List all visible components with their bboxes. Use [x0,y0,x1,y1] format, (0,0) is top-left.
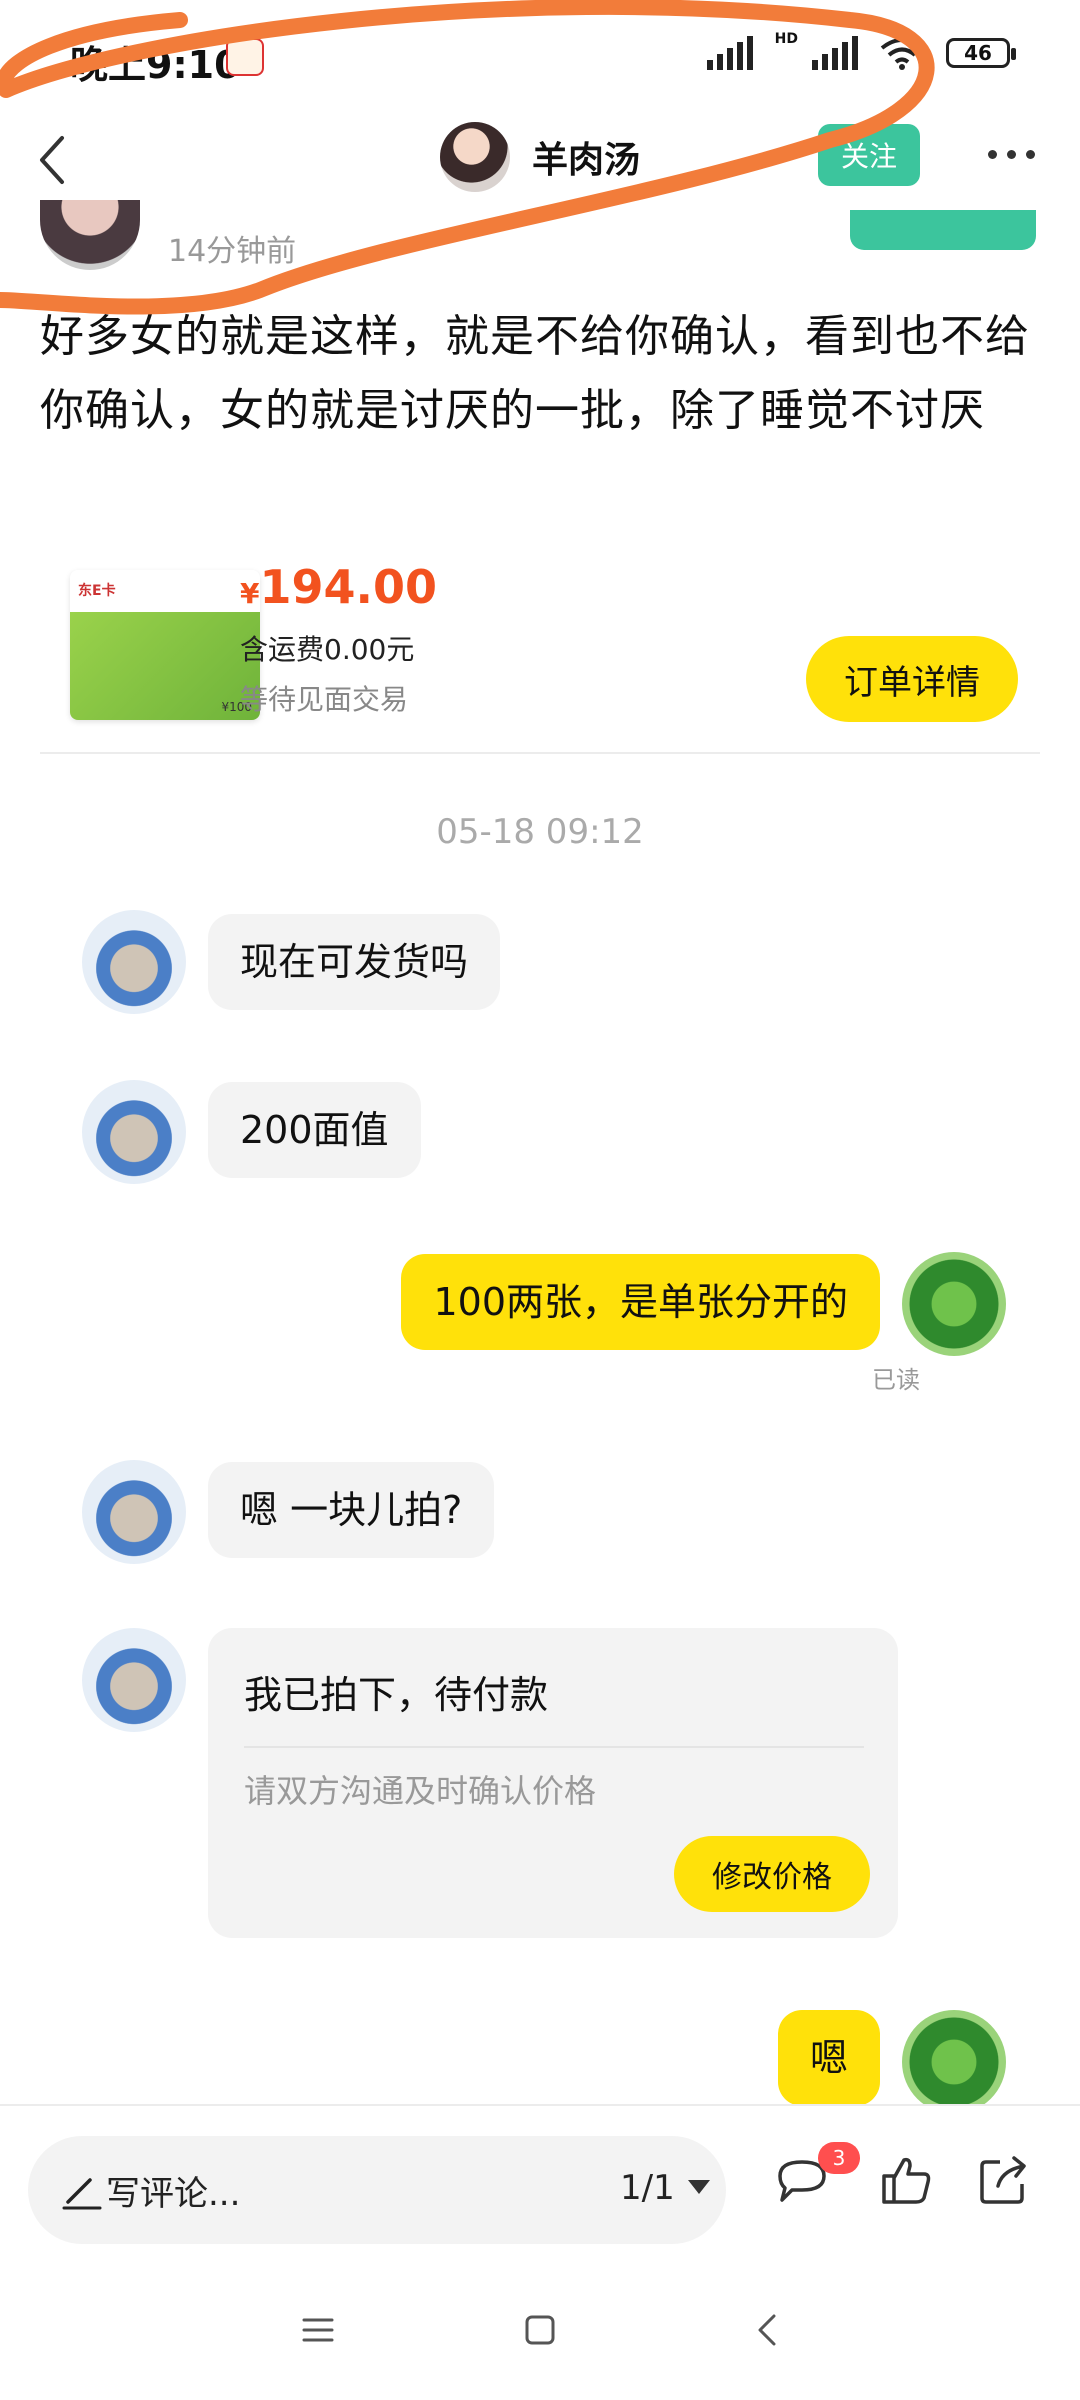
post-body: 好多女的就是这样，就是不给你确认，看到也不给你确认，女的就是讨厌的一批，除了睡觉… [40,311,1030,436]
order-status-message: 我已拍下，待付款 请双方沟通及时确认价格 修改价格 [208,1628,898,1938]
back-icon[interactable] [28,132,78,188]
bottom-action-bar: 写评论... 1/1 3 [0,2104,1080,2268]
app-notification-icon [226,38,264,76]
follow-button[interactable]: 关注 [818,124,920,186]
chevron-down-icon[interactable] [688,2180,710,2194]
battery-icon: 46 [946,38,1016,68]
more-icon[interactable] [988,150,1035,159]
page-indicator[interactable]: 1/1 [620,2168,675,2208]
price-value: 194.00 [259,560,437,614]
status-time: 晚上9:10 [70,43,241,87]
message-bubble[interactable]: 现在可发货吗 [208,914,501,1010]
signal-icon [706,36,753,70]
comment-placeholder: 写评论... [106,2174,241,2214]
signal-icon-2 [812,36,858,70]
avatar[interactable] [902,2010,1006,2114]
chat-timestamp: 05-18 09:12 [436,812,644,852]
back-nav-icon[interactable] [750,2312,786,2348]
status-icons: HD 46 [706,31,1016,70]
message-bubble[interactable]: 100两张，是单张分开的 [401,1254,880,1350]
header-title-group[interactable]: 羊肉汤 [440,122,640,192]
avatar[interactable] [82,1460,186,1564]
wifi-icon [880,38,924,70]
pencil-icon [62,2178,102,2210]
divider [244,1746,864,1748]
divider [40,752,1040,754]
order-detail-button[interactable]: 订单详情 [806,636,1018,722]
share-icon[interactable] [974,2150,1034,2210]
modify-price-button[interactable]: 修改价格 [674,1836,870,1912]
home-icon[interactable] [522,2312,558,2348]
status-bar: 晚上9:10 HD 46 [0,0,1080,110]
currency-symbol: ¥ [240,577,260,610]
avatar[interactable] [82,910,186,1014]
avatar[interactable] [82,1628,186,1732]
card-message-title: 我已拍下，待付款 [244,1673,549,1717]
read-receipt: 已读 [872,1366,920,1394]
thumbs-up-icon[interactable] [876,2150,936,2210]
post-follow-button[interactable] [850,210,1036,250]
hd-label: HD [774,31,798,47]
message-bubble[interactable]: 嗯 [777,2010,880,2106]
avatar[interactable] [440,122,510,192]
avatar[interactable] [82,1080,186,1184]
chat-header: 羊肉汤 关注 [0,110,1080,210]
post-author-avatar[interactable] [40,200,140,270]
post-time: 14分钟前 [168,234,297,269]
order-price: ¥194.00 [240,560,437,614]
menu-icon[interactable] [300,2312,336,2348]
order-shipping: 含运费0.00元 [240,633,415,666]
order-status: 等待见面交易 [240,683,409,716]
order-card[interactable]: 东E卡 ¥100 ¥194.00 含运费0.00元 等待见面交易 订单详情 [40,560,1040,755]
message-bubble[interactable]: 嗯 一块儿拍? [208,1462,495,1558]
comment-input[interactable]: 写评论... 1/1 [28,2136,726,2244]
card-message-subtitle: 请双方沟通及时确认价格 [244,1772,597,1810]
message-bubble[interactable]: 200面值 [208,1082,421,1178]
page-title: 羊肉汤 [532,140,641,181]
card-brand: 东E卡 [78,583,116,599]
product-image[interactable]: 东E卡 ¥100 [70,570,260,720]
comment-count-badge: 3 [818,2142,860,2174]
avatar[interactable] [902,1252,1006,1356]
system-nav-bar [0,2268,1080,2400]
